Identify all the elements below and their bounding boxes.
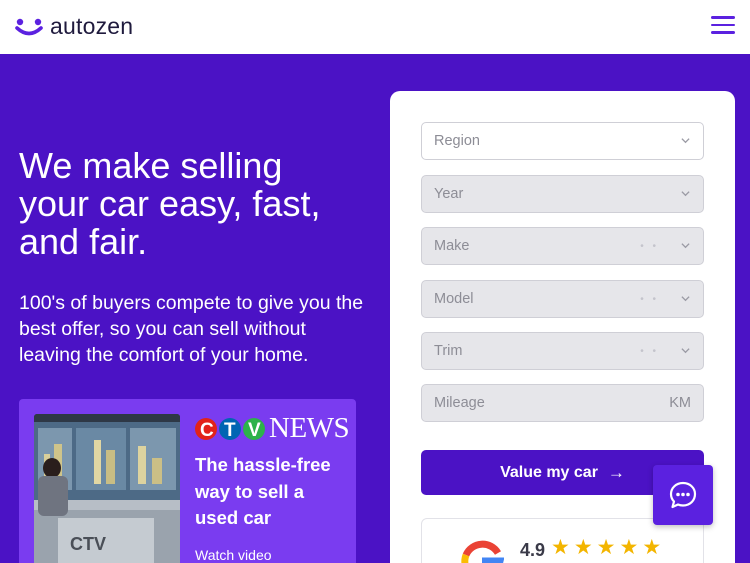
hero-subtext: 100's of buyers compete to give you the … — [19, 292, 364, 366]
star-icon: ★ — [596, 536, 616, 559]
loading-dots-icon: • • — [640, 294, 659, 305]
mileage-unit: KM — [669, 395, 691, 411]
news-video-thumbnail[interactable]: CTV — [34, 414, 180, 563]
chat-button[interactable] — [653, 465, 713, 525]
year-placeholder: Year — [434, 186, 464, 202]
rating-score: 4.9 — [520, 540, 546, 560]
make-placeholder: Make — [434, 238, 470, 254]
star-icon: ★ — [551, 536, 570, 559]
model-placeholder: Model — [434, 291, 474, 307]
loading-dots-icon: • • — [640, 346, 659, 357]
hero-headline: We make selling your car easy, fast, and… — [19, 145, 321, 262]
chevron-down-icon — [681, 243, 690, 249]
top-nav-bar: autozen — [0, 0, 750, 54]
news-wordmark: NEWS — [269, 412, 350, 444]
brand-name: autozen — [50, 13, 134, 39]
region-select[interactable]: Region — [421, 122, 704, 160]
hamburger-menu-icon[interactable] — [711, 16, 735, 36]
submit-label: Value my car — [500, 463, 598, 481]
ctv-thumbnail-logo: CTV — [70, 534, 106, 554]
model-select[interactable]: Model • • — [421, 280, 704, 318]
chevron-down-icon — [681, 348, 690, 354]
chevron-down-icon — [681, 191, 690, 197]
make-select[interactable]: Make • • — [421, 227, 704, 265]
trim-select[interactable]: Trim • • — [421, 332, 704, 370]
news-feature-card[interactable]: CTV C T V NEWS The hassle-free way to se… — [19, 399, 356, 563]
chat-bubble-icon — [669, 481, 697, 509]
year-select[interactable]: Year — [421, 175, 704, 213]
news-title: The hassle-free way to sell a used car — [195, 454, 331, 528]
arrow-right-icon: → — [607, 462, 625, 482]
autozen-logo-icon — [15, 18, 43, 35]
trim-placeholder: Trim — [434, 343, 463, 359]
ctv-letter-c: C — [200, 420, 214, 441]
ctv-letter-t: T — [224, 420, 236, 441]
chevron-down-icon — [681, 296, 690, 302]
star-icon: ★ — [642, 536, 662, 559]
region-placeholder: Region — [434, 133, 480, 149]
loading-dots-icon: • • — [640, 241, 659, 252]
autozen-logo[interactable]: autozen — [14, 13, 133, 40]
star-rating: ★ ★ ★ ★ ★ — [551, 537, 661, 559]
star-icon: ★ — [619, 536, 639, 559]
ctv-news-logo: C T V NEWS — [195, 412, 350, 445]
newsroom-image: CTV — [34, 414, 180, 563]
ctv-letter-v: V — [248, 420, 261, 441]
mileage-placeholder: Mileage — [434, 395, 485, 411]
ctv-logo-icon: C T V — [195, 417, 265, 441]
mileage-input[interactable]: Mileage KM — [421, 384, 704, 422]
chevron-down-icon — [681, 138, 690, 144]
star-icon: ★ — [573, 536, 593, 559]
watch-video-link[interactable]: Watch video — [195, 547, 272, 563]
google-logo-icon — [461, 540, 504, 563]
